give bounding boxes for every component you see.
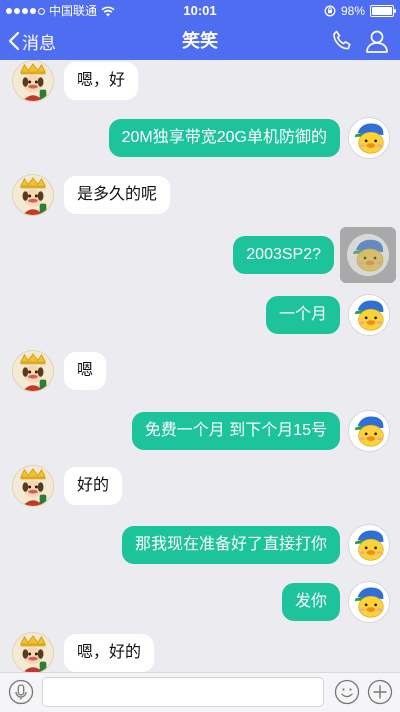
status-bar: 中国联通 10:01 98% [0,0,400,22]
chat-history[interactable]: 嗯，好 20M独享带宽20G单机防御的 是多久的呢 2003SP2? 一个月 嗯 [0,60,400,672]
message-incoming: 嗯，好的 [0,632,400,672]
back-label: 消息 [22,33,56,53]
battery-level [372,7,392,15]
message-outgoing: 免费一个月 到下个月15号 [0,410,400,456]
user-icon[interactable] [364,28,390,54]
message-bubble[interactable]: 免费一个月 到下个月15号 [131,412,340,450]
message-bubble[interactable]: 发你 [281,583,340,621]
contact-avatar[interactable] [12,632,54,672]
message-bubble[interactable]: 嗯 [64,352,107,390]
message-bubble[interactable]: 2003SP2? [233,236,334,274]
message-outgoing: 那我现在准备好了直接打你 [0,524,400,570]
message-bubble[interactable]: 20M独享带宽20G单机防御的 [108,119,340,157]
message-incoming: 嗯，好 [0,60,400,106]
message-bubble[interactable]: 一个月 [265,296,340,334]
plus-icon[interactable] [367,679,393,705]
top-bar: 中国联通 10:01 98% 消息 笑笑 [0,0,400,60]
my-avatar[interactable] [348,581,390,623]
message-incoming: 是多久的呢 [0,174,400,220]
message-bubble[interactable]: 嗯，好 [64,62,139,100]
message-incoming: 好的 [0,465,400,511]
message-bubble[interactable]: 是多久的呢 [64,176,171,214]
message-input[interactable] [42,677,324,707]
my-avatar-pressed[interactable] [340,227,396,283]
battery-percent: 98% [340,4,365,18]
phone-icon[interactable] [330,29,354,53]
contact-avatar[interactable] [12,465,54,507]
message-outgoing: 发你 [0,581,400,627]
emoji-icon[interactable] [334,679,360,705]
back-button[interactable]: 消息 [8,22,56,60]
my-avatar [347,234,389,276]
contact-avatar[interactable] [12,60,54,102]
battery-icon [370,5,396,17]
orientation-lock-icon [324,5,336,17]
message-incoming: 嗯 [0,350,400,396]
message-outgoing: 一个月 [0,294,400,340]
my-avatar[interactable] [348,117,390,159]
contact-avatar[interactable] [12,350,54,392]
microphone-icon[interactable] [8,679,34,705]
message-outgoing: 20M独享带宽20G单机防御的 [0,117,400,163]
message-outgoing: 2003SP2? [0,227,400,283]
message-bubble[interactable]: 嗯，好的 [64,634,155,672]
chevron-left-icon [8,31,20,51]
status-right: 98% [324,0,396,22]
input-bar [0,672,400,712]
my-avatar[interactable] [348,294,390,336]
message-bubble[interactable]: 好的 [64,467,123,505]
my-avatar[interactable] [348,410,390,452]
nav-bar: 消息 笑笑 [0,22,400,60]
contact-avatar[interactable] [12,174,54,216]
my-avatar[interactable] [348,524,390,566]
message-bubble[interactable]: 那我现在准备好了直接打你 [121,526,340,564]
